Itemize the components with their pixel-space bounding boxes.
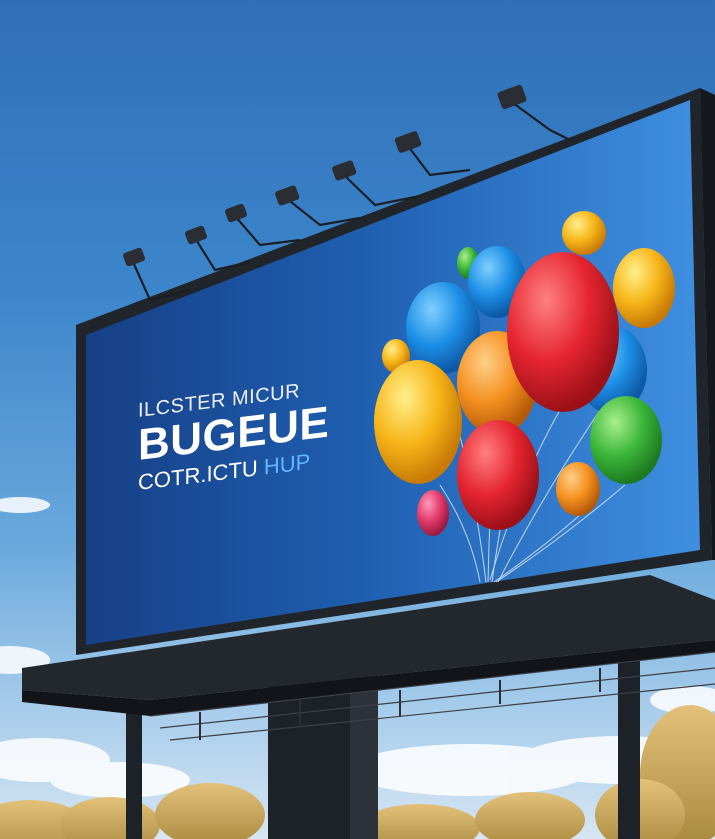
balloon-orange-small [556,462,600,516]
balloon-red-large [507,252,619,412]
balloon-yellow-top [562,211,606,255]
balloon-yellow-right [613,248,675,328]
photo-scene: ILCSTER MICUR BUGEUE COTR.ICTU HUP [0,0,715,839]
billboard-subline-accent: HUP [263,448,311,480]
balloon-red-lower [457,420,539,530]
balloon-pink-small [417,490,449,536]
balloon-yellow-left [374,360,462,484]
balloon-green-right [590,396,662,484]
